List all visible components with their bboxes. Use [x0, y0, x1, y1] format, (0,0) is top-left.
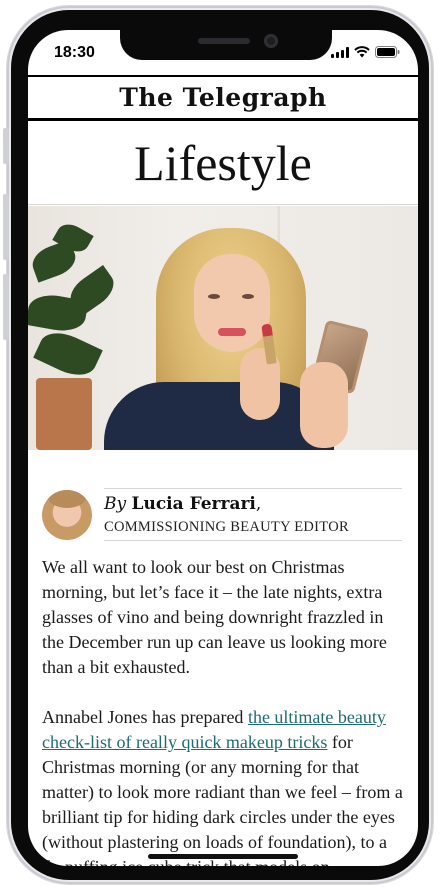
status-icons [331, 46, 400, 58]
section-title: Lifestyle [28, 121, 418, 205]
masthead[interactable]: The Telegraph [28, 75, 418, 121]
battery-icon [375, 46, 400, 58]
hero-image [28, 206, 418, 450]
author-role: COMMISSIONING BEAUTY EDITOR [104, 519, 349, 535]
notch [120, 30, 332, 60]
status-time: 18:30 [54, 44, 95, 61]
byline-prefix: By [104, 494, 127, 514]
section-title-text: Lifestyle [134, 134, 312, 191]
paragraph-text: Annabel Jones has prepared [42, 707, 248, 727]
author-block: By Lucia Ferrari, COMMISSIONING BEAUTY E… [42, 488, 402, 546]
byline-comma: , [255, 494, 262, 514]
author-avatar [42, 490, 92, 540]
article-body: We all want to look our best on Christma… [42, 555, 404, 866]
article-paragraph: We all want to look our best on Christma… [42, 557, 387, 677]
author-name[interactable]: Lucia Ferrari [132, 494, 256, 514]
paragraph-text: for Christmas morning (or any morning fo… [42, 732, 403, 866]
volume-up-button [3, 194, 9, 260]
article-paragraph: Annabel Jones has prepared the ultimate … [42, 705, 404, 866]
screen: 18:30 The Telegraph Lifestyle By Lucia F… [28, 30, 418, 866]
home-indicator[interactable] [148, 854, 298, 859]
front-camera [264, 34, 278, 48]
signal-icon [331, 46, 349, 58]
mute-switch [3, 128, 9, 164]
byline: By Lucia Ferrari, [104, 494, 261, 514]
wifi-icon [354, 46, 370, 58]
masthead-logo: The Telegraph [119, 83, 327, 112]
volume-down-button [3, 274, 9, 340]
speaker [198, 38, 250, 44]
